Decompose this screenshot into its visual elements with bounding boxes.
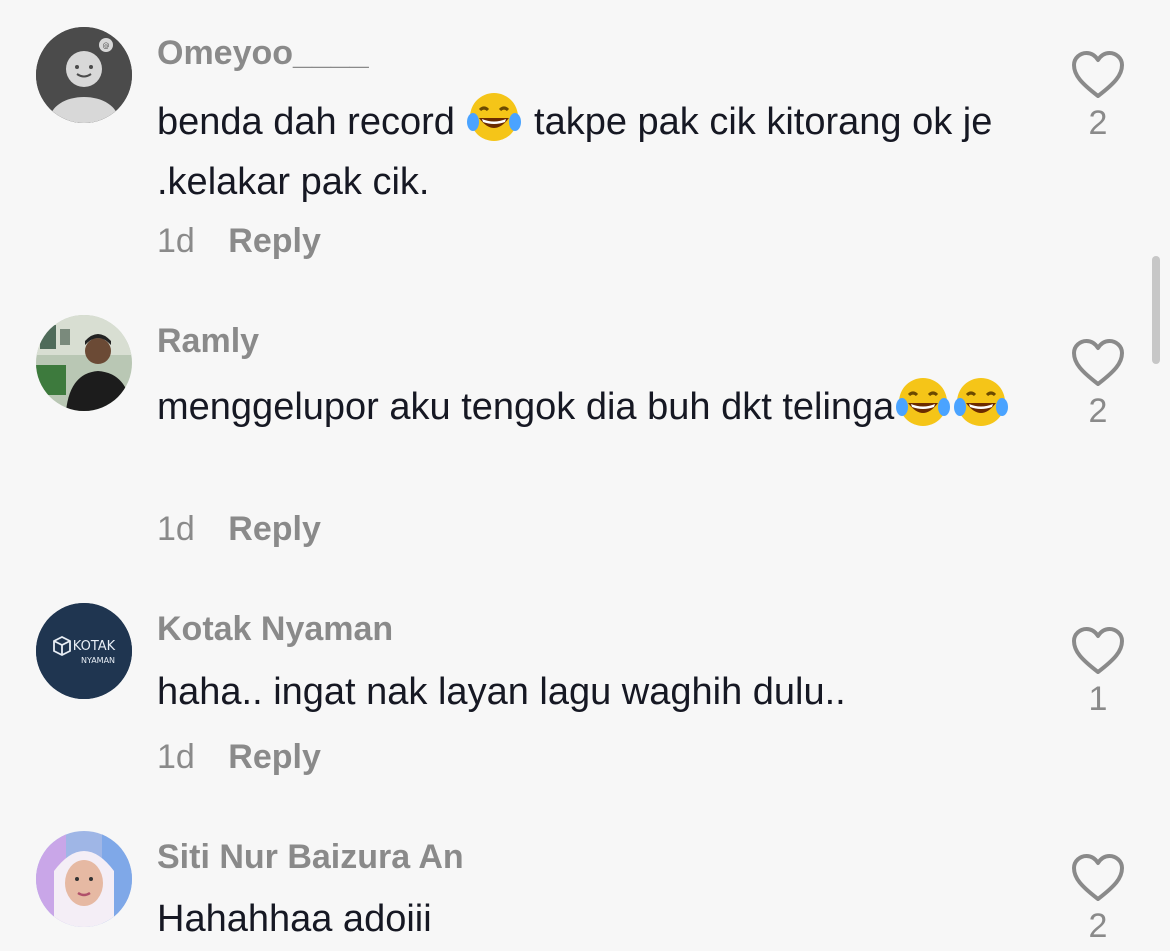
comment-text: haha.. ingat nak layan lagu waghih dulu.… bbox=[157, 662, 1037, 722]
reply-button[interactable]: Reply bbox=[228, 510, 321, 548]
comment-username[interactable]: Omeyoo____ bbox=[157, 34, 369, 73]
reply-button[interactable]: Reply bbox=[228, 222, 321, 260]
user-photo bbox=[36, 831, 132, 927]
avatar[interactable]: KOTAK NYAMAN bbox=[36, 603, 132, 699]
svg-text:@: @ bbox=[103, 42, 110, 50]
comment-text-part: benda dah record bbox=[157, 101, 466, 143]
laughing-tears-emoji-icon bbox=[894, 373, 952, 431]
comment-time: 1d bbox=[157, 510, 195, 548]
comment-meta: 1d Reply bbox=[157, 738, 321, 777]
like-count: 2 bbox=[1088, 392, 1108, 430]
comment-meta: 1d Reply bbox=[157, 510, 321, 549]
comment-meta: 1d Reply bbox=[157, 222, 321, 261]
comment-username[interactable]: Ramly bbox=[157, 322, 259, 361]
like-count: 1 bbox=[1088, 680, 1108, 718]
heart-outline-icon bbox=[1072, 854, 1124, 901]
default-avatar-icon: @ bbox=[36, 27, 132, 123]
like-count: 2 bbox=[1088, 907, 1108, 945]
kotak-nyaman-logo: KOTAK NYAMAN bbox=[36, 603, 132, 699]
heart-outline-icon bbox=[1072, 51, 1124, 98]
heart-outline-icon bbox=[1072, 627, 1124, 674]
laughing-tears-emoji-icon bbox=[465, 88, 523, 146]
comment-text-part: menggelupor aku tengok dia buh dkt telin… bbox=[157, 386, 895, 428]
comment-text: benda dah record takpe pak cik kitorang … bbox=[157, 88, 1037, 212]
comment-text-part: haha.. ingat nak layan lagu waghih dulu.… bbox=[157, 671, 846, 713]
like-button[interactable]: 2 bbox=[1066, 853, 1130, 946]
avatar[interactable]: @ bbox=[36, 27, 132, 123]
like-button[interactable]: 1 bbox=[1066, 626, 1130, 719]
heart-outline-icon bbox=[1072, 339, 1124, 386]
comment-time: 1d bbox=[157, 222, 195, 260]
like-count: 2 bbox=[1088, 104, 1108, 142]
laughing-tears-emoji-icon bbox=[952, 373, 1010, 431]
like-button[interactable]: 2 bbox=[1066, 50, 1130, 143]
like-button[interactable]: 2 bbox=[1066, 338, 1130, 431]
svg-text:KOTAK: KOTAK bbox=[73, 639, 116, 654]
reply-button[interactable]: Reply bbox=[228, 738, 321, 776]
comment-text-part: Hahahhaa adoiii bbox=[157, 898, 432, 940]
comment-text: menggelupor aku tengok dia buh dkt telin… bbox=[157, 373, 1037, 439]
scrollbar[interactable] bbox=[1152, 256, 1160, 364]
user-photo bbox=[36, 315, 132, 411]
avatar[interactable] bbox=[36, 315, 132, 411]
svg-text:NYAMAN: NYAMAN bbox=[81, 656, 115, 665]
comment-username[interactable]: Siti Nur Baizura An bbox=[157, 838, 464, 877]
comments-screen: @ Omeyoo____ benda dah record takpe pak … bbox=[0, 0, 1170, 951]
comment-time: 1d bbox=[157, 738, 195, 776]
comment-username[interactable]: Kotak Nyaman bbox=[157, 610, 393, 649]
avatar[interactable] bbox=[36, 831, 132, 927]
comment-text: Hahahhaa adoiii bbox=[157, 889, 1037, 949]
